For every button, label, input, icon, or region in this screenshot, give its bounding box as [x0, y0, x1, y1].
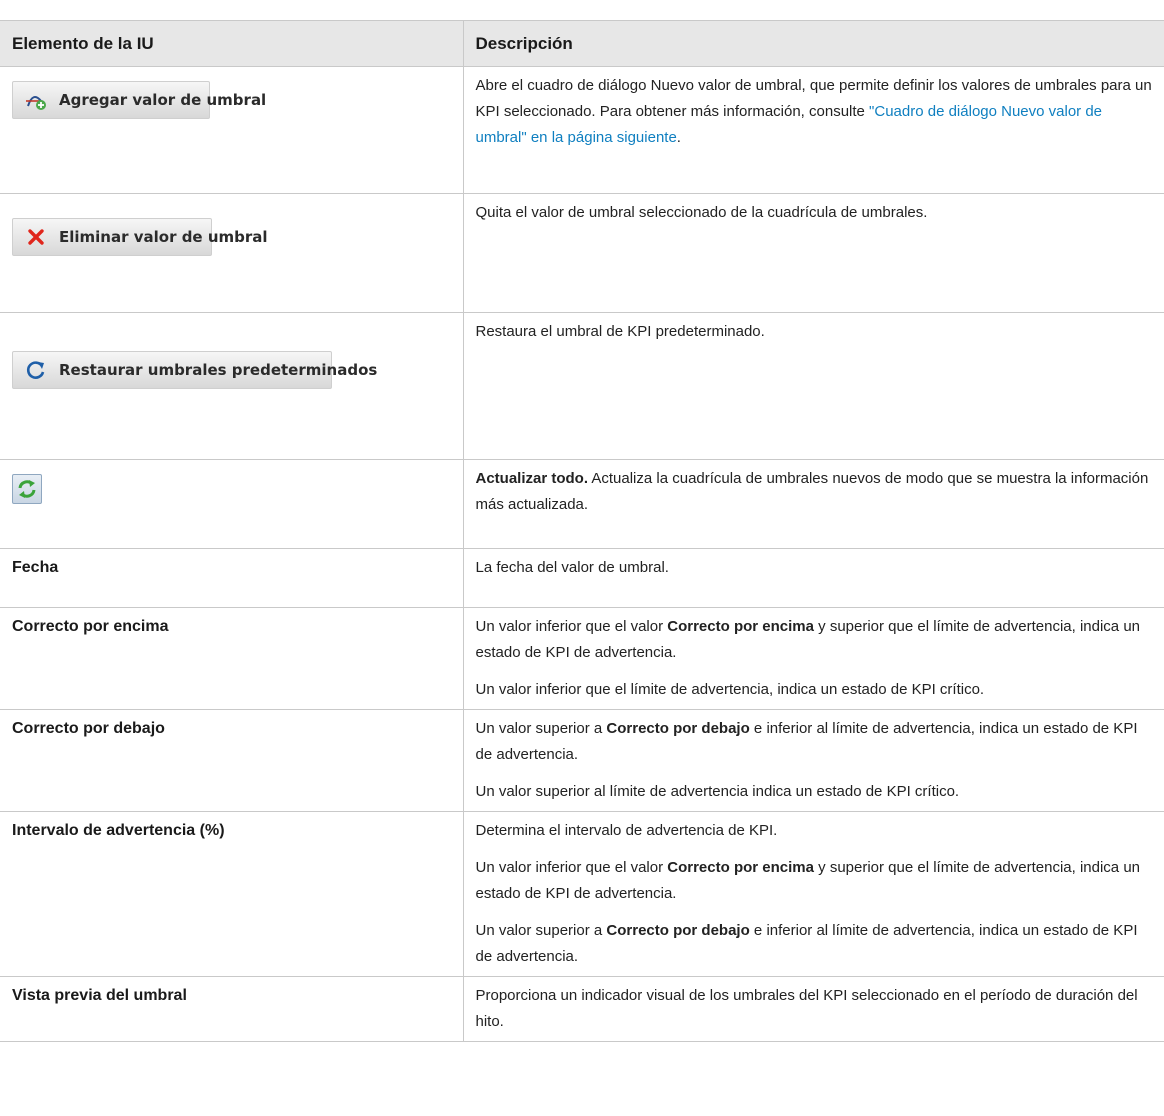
description-cell: Un valor superior a Correcto por debajo …	[462, 709, 1164, 812]
description-paragraph: Determina el intervalo de advertencia de…	[475, 822, 778, 839]
description-paragraph: Un valor superior a Correcto por debajo …	[476, 918, 1153, 970]
description-bold-term: Correcto por encima	[667, 859, 814, 876]
table-row: Restaurar umbrales predeterminados Resta…	[0, 312, 1164, 460]
table-row: Correcto por encima Un valor inferior qu…	[0, 607, 1164, 710]
description-bold-term: Actualizar todo.	[475, 470, 589, 487]
description-text-part: Un valor inferior que el valor	[475, 618, 668, 635]
delete-threshold-button[interactable]: Eliminar valor de umbral	[12, 218, 268, 256]
description-cell: Determina el intervalo de advertencia de…	[462, 811, 1164, 977]
delete-threshold-button-label: Eliminar valor de umbral	[59, 228, 268, 246]
description-cell: La fecha del valor de umbral.	[462, 548, 1164, 608]
description-cell: Restaura el umbral de KPI predeterminado…	[462, 312, 1164, 460]
description-paragraph: Un valor superior a Correcto por debajo …	[476, 716, 1153, 768]
description-bold-term: Correcto por debajo	[606, 922, 750, 939]
description-text-part: .	[676, 129, 681, 146]
description-cell: Abre el cuadro de diálogo Nuevo valor de…	[462, 66, 1164, 194]
table-row: Eliminar valor de umbral Quita el valor …	[0, 193, 1164, 313]
field-name-cell: Intervalo de advertencia (%)	[0, 811, 464, 977]
column-header-description: Descripción	[462, 20, 1164, 67]
description-text: La fecha del valor de umbral.	[475, 559, 669, 576]
table-row: Agregar valor de umbral Abre el cuadro d…	[0, 66, 1164, 194]
add-threshold-button-label: Agregar valor de umbral	[59, 91, 267, 109]
ui-element-cell: Agregar valor de umbral	[0, 66, 464, 194]
field-name-cell: Fecha	[0, 548, 464, 608]
description-text: Actualizar todo. Actualiza la cuadrícula…	[476, 466, 1153, 518]
table-row: Fecha La fecha del valor de umbral.	[0, 548, 1164, 608]
description-cell: Un valor inferior que el valor Correcto …	[462, 607, 1164, 710]
table-header-row: Elemento de la IU Descripción	[0, 20, 1164, 67]
ui-elements-table-wrapper: Elemento de la IU Descripción Agregar va…	[0, 20, 1164, 1042]
ui-element-cell: Restaurar umbrales predeterminados	[0, 312, 464, 460]
description-text: Proporciona un indicador visual de los u…	[475, 987, 1138, 1030]
description-paragraph: Un valor inferior que el valor Correcto …	[476, 614, 1153, 666]
restore-default-thresholds-button[interactable]: Restaurar umbrales predeterminados	[12, 351, 377, 389]
table-row: Intervalo de advertencia (%) Determina e…	[0, 811, 1164, 977]
field-name-cell: Correcto por encima	[0, 607, 464, 710]
table-row: Correcto por debajo Un valor superior a …	[0, 709, 1164, 812]
description-cell: Quita el valor de umbral seleccionado de…	[462, 193, 1164, 313]
delete-x-icon	[25, 226, 47, 248]
table-row: Actualizar todo. Actualiza la cuadrícula…	[0, 459, 1164, 549]
field-name-cell: Correcto por debajo	[0, 709, 464, 812]
refresh-all-button[interactable]	[12, 474, 42, 504]
ui-element-cell: Eliminar valor de umbral	[0, 193, 464, 313]
refresh-all-icon	[18, 480, 36, 498]
description-text: Quita el valor de umbral seleccionado de…	[475, 204, 928, 221]
description-cell: Actualizar todo. Actualiza la cuadrícula…	[462, 459, 1164, 549]
description-text-part: Un valor superior a	[475, 922, 607, 939]
description-paragraph: Un valor inferior que el valor Correcto …	[476, 855, 1153, 907]
description-text-part: Un valor inferior que el valor	[475, 859, 668, 876]
description-cell: Proporciona un indicador visual de los u…	[462, 976, 1164, 1042]
description-paragraph: Un valor inferior que el límite de adver…	[475, 681, 985, 698]
ui-element-cell	[0, 459, 464, 549]
column-header-ui-element: Elemento de la IU	[0, 20, 464, 67]
description-bold-term: Correcto por encima	[667, 618, 814, 635]
add-threshold-icon	[25, 89, 47, 111]
table-row: Vista previa del umbral Proporciona un i…	[0, 976, 1164, 1042]
ui-elements-table: Elemento de la IU Descripción Agregar va…	[0, 20, 1164, 1042]
description-text: Restaura el umbral de KPI predeterminado…	[475, 323, 765, 340]
add-threshold-button[interactable]: Agregar valor de umbral	[12, 81, 266, 119]
restore-icon	[25, 359, 47, 381]
description-paragraph: Un valor superior al límite de advertenc…	[475, 783, 960, 800]
restore-default-thresholds-button-label: Restaurar umbrales predeterminados	[59, 361, 378, 379]
description-bold-term: Correcto por debajo	[606, 720, 750, 737]
description-text-part: Un valor superior a	[475, 720, 607, 737]
description-text: Abre el cuadro de diálogo Nuevo valor de…	[476, 73, 1153, 151]
field-name-cell: Vista previa del umbral	[0, 976, 464, 1042]
